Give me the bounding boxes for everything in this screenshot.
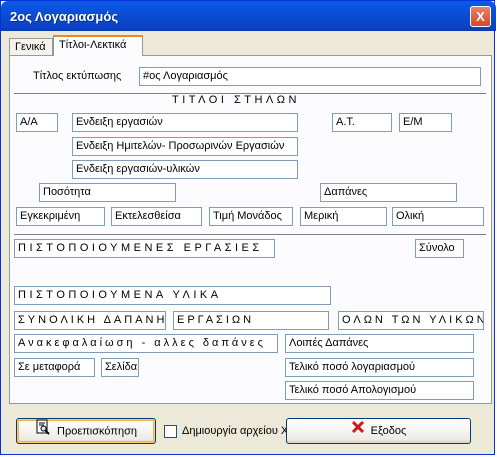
red-x-icon [351,419,365,443]
tab-titles-labels[interactable]: Τίτλοι-Λεκτικά [53,35,143,56]
em-field[interactable]: Ε/Μ [399,113,452,132]
close-icon: X [476,9,485,24]
works-field[interactable]: ΕΡΓΑΣΙΩΝ [173,311,329,330]
dialog-window: 2ος Λογαριασμός X Γενικά Τίτλοι-Λεκτικά … [0,0,496,455]
window-title: 2ος Λογαριασμός [10,9,119,24]
page-field[interactable]: Σελίδα [101,358,139,377]
carry-over-field[interactable]: Σε μεταφορά [14,358,95,377]
work-materials-indication-field[interactable]: Ενδειξη εργασιών-υλικών [72,160,298,179]
preview-button[interactable]: Προεπισκόπηση [16,418,156,444]
sum-field[interactable]: Σύνολο [415,239,464,258]
recap-field[interactable]: Ανακεφαλαίωση - αλλες δαπάνες [14,334,278,353]
certified-materials-field[interactable]: ΠΙΣΤΟΠΟΙΟΥΜΕΝΑ ΥΛΙΚΑ [14,286,331,305]
print-title-field[interactable]: #ος Λογαριασμός [139,67,481,86]
work-indication-field[interactable]: Ενδειξη εργασιών [72,113,298,132]
quantity-field[interactable]: Ποσότητα [39,183,176,202]
tab-titles-labels-label: Τίτλοι-Λεκτικά [59,39,127,51]
close-button[interactable]: X [470,6,491,27]
final-account-field[interactable]: Τελικό ποσό λογαριασμού [285,358,474,377]
print-preview-icon [35,419,51,444]
tab-general[interactable]: Γενικά [9,38,53,55]
xls-checkbox-label: Δημιουργία αρχείου XLS [182,425,302,437]
exit-button[interactable]: Εξοδος [286,418,471,444]
expenses-field[interactable]: Δαπάνες [320,183,457,202]
tab-general-label: Γενικά [15,41,46,53]
all-materials-field[interactable]: ΟΛΩΝ ΤΩΝ ΥΛΙΚΩΝ [338,311,484,330]
approved-field[interactable]: Εγκεκριμένη [16,207,105,226]
at-field[interactable]: Α.Τ. [332,113,392,132]
unit-price-field[interactable]: Τιμή Μονάδος [209,207,293,226]
divider [14,234,486,236]
preview-button-label: Προεπισκόπηση [57,425,137,438]
column-titles-header: ΤΙΤΛΟΙ ΣΤΗΛΩΝ [172,94,300,106]
dialog-footer: Προεπισκόπηση Δημιουργία αρχείου XLS Εξο… [1,406,496,454]
print-title-label: Τίτλος εκτύπωσης [33,70,122,82]
certified-works-field[interactable]: ΠΙΣΤΟΠΟΙΟΥΜΕΝΕΣ ΕΡΓΑΣΙΕΣ [14,239,275,258]
tab-panel: Τίτλος εκτύπωσης #ος Λογαριασμός ΤΙΤΛΟΙ … [9,55,492,404]
executed-field[interactable]: Εκτελεσθείσα [111,207,202,226]
total-cost-field[interactable]: ΣΥΝΟΛΙΚΗ ΔΑΠΑΝΗ [14,311,166,330]
xls-checkbox[interactable] [164,425,177,438]
semi-temp-indication-field[interactable]: Ενδειξη Ημιτελών- Προσωρινών Εργασιών [72,137,298,156]
exit-button-label: Εξοδος [370,425,407,437]
title-bar[interactable]: 2ος Λογαριασμός X [1,1,496,31]
total-field[interactable]: Ολική [392,207,484,226]
aa-field[interactable]: Α/Α [16,113,58,132]
partial-field[interactable]: Μερική [300,207,387,226]
final-report-field[interactable]: Τελικό ποσό Απολογισμού [285,381,474,400]
other-expenses-field[interactable]: Λοιπές Δαπάνες [285,334,474,353]
